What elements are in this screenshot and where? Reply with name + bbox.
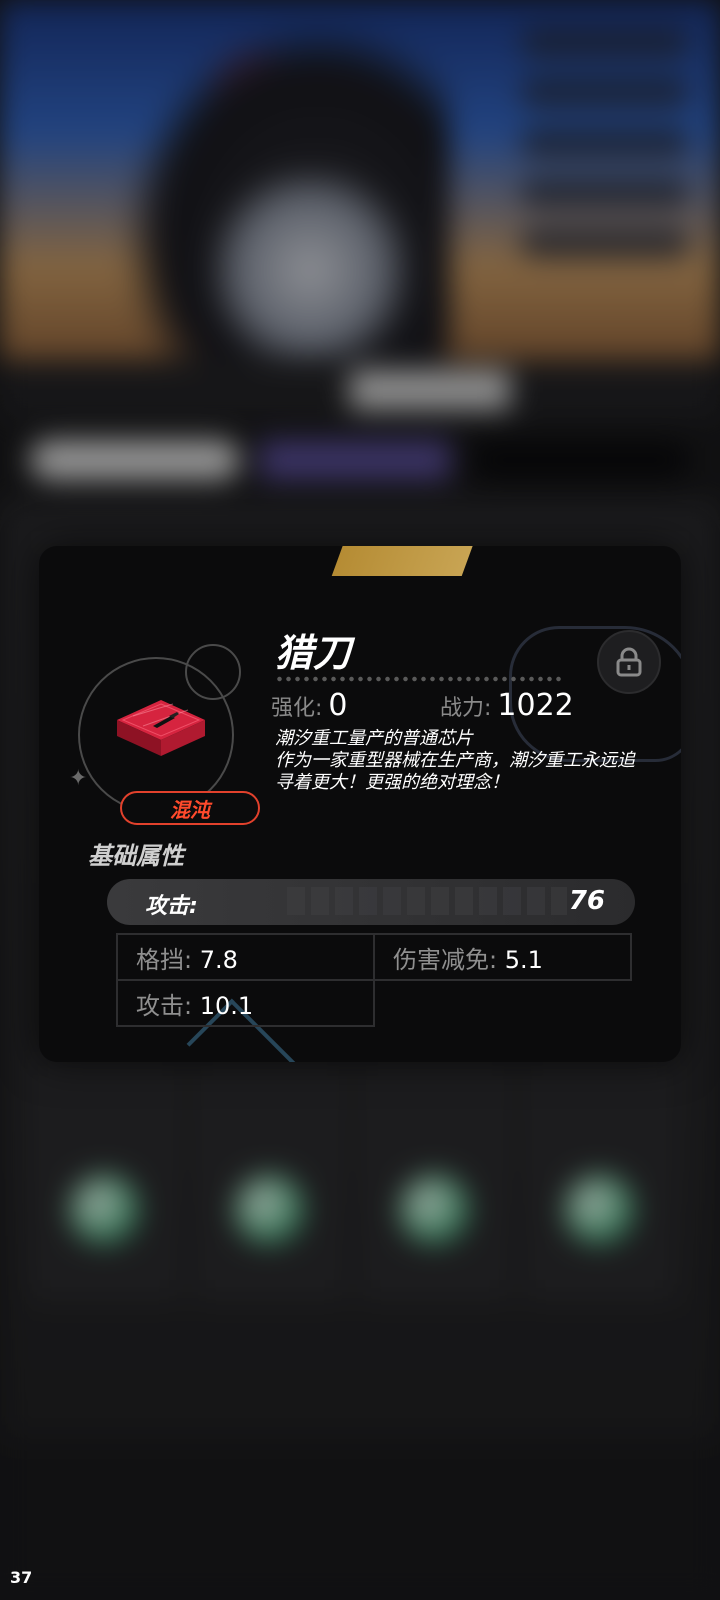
sub-stat-cell: 格挡: 7.8 bbox=[116, 933, 375, 981]
table-row: 攻击: 10.1 bbox=[116, 979, 631, 1027]
power-stat: 战力: 1022 bbox=[440, 688, 574, 723]
description-line: 潮汐重工量产的普通芯片 bbox=[275, 728, 473, 749]
main-stat-bar: 攻击: 76 bbox=[107, 879, 635, 925]
enhance-value: 0 bbox=[328, 688, 348, 723]
description-line: 作为一家重型器械在生产商，潮汐重工永远追寻着更大！更强的绝对理念！ bbox=[275, 750, 635, 793]
item-title: 猎刀 bbox=[275, 631, 352, 675]
panel-decoration bbox=[331, 546, 477, 576]
main-stat-decoration bbox=[287, 887, 567, 915]
table-row: 格挡: 7.8 伤害减免: 5.1 bbox=[116, 933, 632, 981]
power-label: 战力: bbox=[440, 696, 492, 721]
sub-stat-label: 攻击: bbox=[136, 991, 193, 1020]
sub-stat-label: 伤害减免: bbox=[393, 945, 498, 974]
lock-icon bbox=[616, 647, 642, 677]
sub-stat-value: 7.8 bbox=[199, 945, 238, 974]
chip-icon bbox=[117, 700, 205, 756]
sub-stat-cell: 攻击: 10.1 bbox=[116, 979, 375, 1027]
item-detail-panel: ✦ 混沌 猎刀 强化: 0 战力: 1022 潮汐重工量产的普通芯片 作为一家重型器… bbox=[39, 546, 681, 1062]
main-stat-value: 76 bbox=[568, 886, 605, 916]
rarity-badge: 混沌 bbox=[120, 791, 260, 825]
icon-ring-small bbox=[185, 644, 241, 700]
sub-stats-table: 格挡: 7.8 伤害减免: 5.1 攻击: 10.1 bbox=[116, 933, 632, 1027]
power-value: 1022 bbox=[497, 688, 574, 723]
sparkle-icon: ✦ bbox=[69, 766, 88, 791]
enhance-stat: 强化: 0 bbox=[271, 688, 348, 723]
base-attributes-title: 基础属性 bbox=[88, 842, 184, 870]
lock-button[interactable] bbox=[597, 630, 661, 694]
sub-stat-label: 格挡: bbox=[136, 945, 193, 974]
sub-stat-value: 5.1 bbox=[504, 945, 543, 974]
item-description: 潮汐重工量产的普通芯片 作为一家重型器械在生产商，潮汐重工永远追寻着更大！更强的… bbox=[275, 728, 635, 794]
sub-stat-value: 10.1 bbox=[199, 991, 254, 1020]
main-stat-label: 攻击: bbox=[145, 894, 198, 919]
enhance-label: 强化: bbox=[271, 696, 323, 721]
title-divider bbox=[275, 676, 565, 682]
fps-counter: 37 bbox=[10, 1568, 33, 1587]
sub-stat-empty bbox=[374, 979, 631, 1026]
sub-stat-cell: 伤害减免: 5.1 bbox=[373, 933, 632, 981]
